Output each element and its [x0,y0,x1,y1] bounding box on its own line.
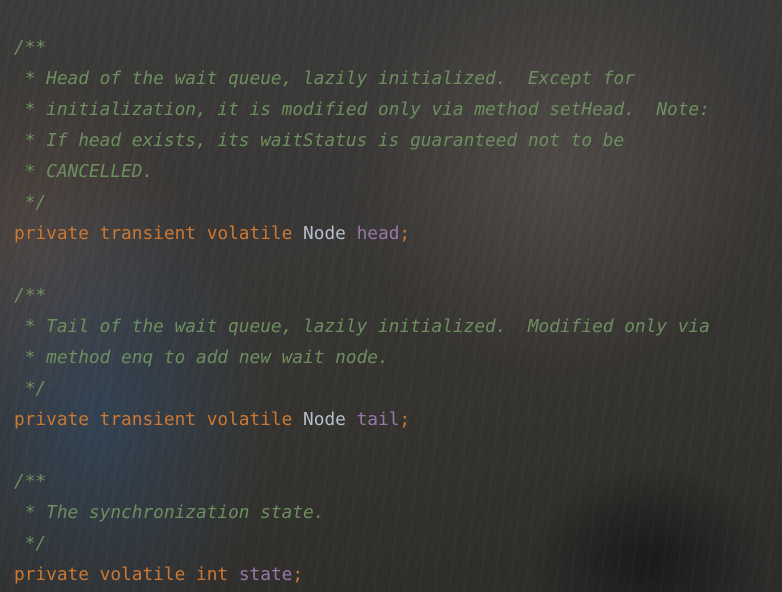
comment-line: /** [14,285,47,306]
code-block: /** * Head of the wait queue, lazily ini… [14,32,710,590]
comment-line: /** [14,37,47,58]
comment-line: * The synchronization state. [14,502,325,523]
comment-line: */ [14,192,47,213]
modifier-keywords: private transient volatile [14,409,304,430]
semicolon: ; [399,223,411,244]
semicolon: ; [399,409,411,430]
type-name: Node [303,409,346,430]
comment-line: */ [14,378,47,399]
comment-line: * CANCELLED. [14,161,154,182]
type-name: Node [303,223,346,244]
comment-line: */ [14,533,47,554]
field-name: tail [356,409,400,430]
comment-line: * Head of the wait queue, lazily initial… [14,68,635,89]
modifier-keywords: private volatile [14,564,196,585]
field-name: head [356,223,400,244]
field-declaration-state: private volatile int state; [14,559,710,590]
comment-line: * method enq to add new wait node. [14,347,389,368]
semicolon: ; [292,564,304,585]
field-declaration-head: private transient volatile Node head; [14,218,710,249]
comment-line: * Tail of the wait queue, lazily initial… [14,316,710,337]
type-name: int [196,564,229,585]
comment-line: /** [14,471,47,492]
modifier-keywords: private transient volatile [14,223,304,244]
field-name: state [238,564,293,585]
comment-line: * initialization, it is modified only vi… [14,99,710,120]
comment-line: * If head exists, its waitStatus is guar… [14,130,625,151]
field-declaration-tail: private transient volatile Node tail; [14,404,710,435]
